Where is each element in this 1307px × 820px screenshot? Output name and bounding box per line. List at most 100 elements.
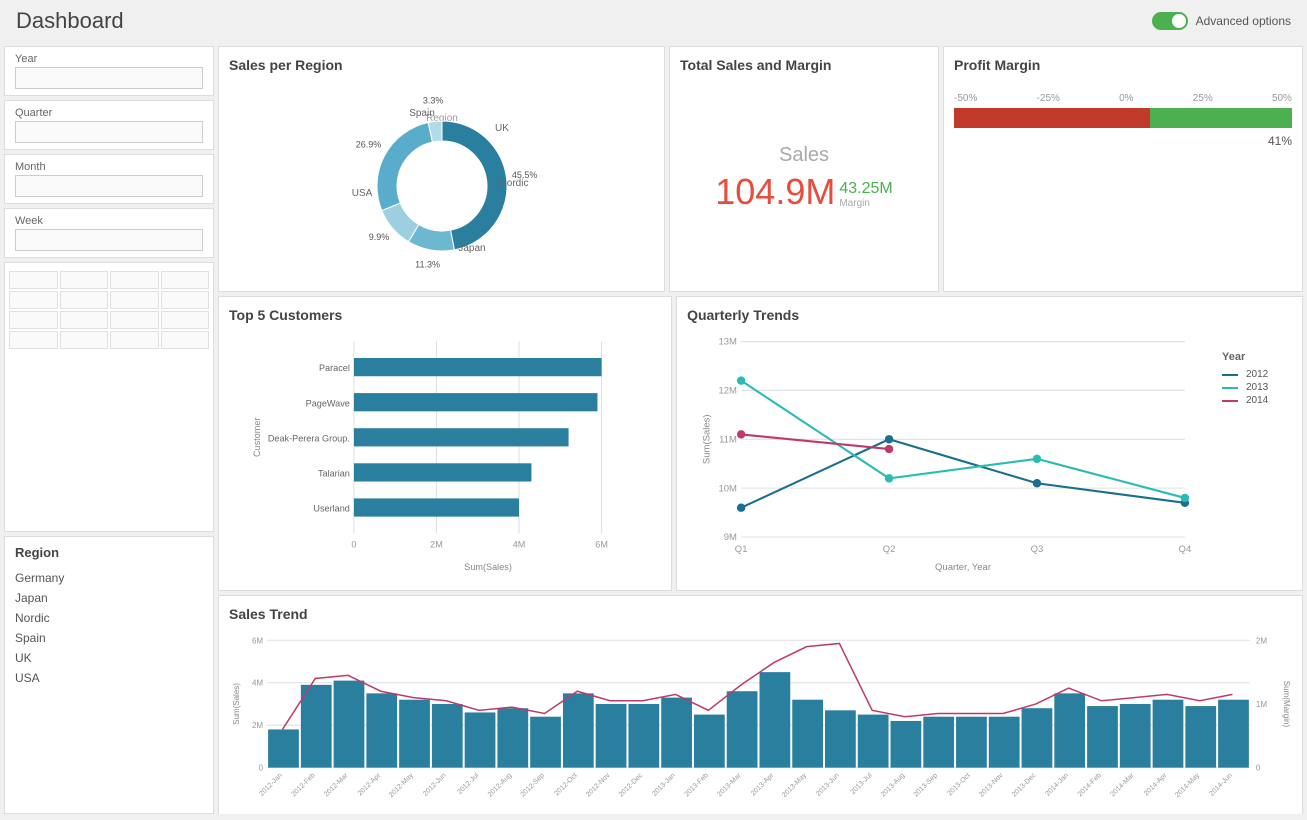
profit-axis: -50% -25% 0% 25% 50%	[954, 93, 1292, 104]
svg-text:Sum(Sales): Sum(Sales)	[464, 562, 512, 572]
filter-year-input[interactable]	[15, 67, 203, 89]
svg-text:USA: USA	[351, 188, 372, 199]
sales-per-region-title: Sales per Region	[229, 57, 654, 73]
region-list-item[interactable]: Nordic	[15, 608, 203, 628]
svg-text:10M: 10M	[719, 483, 738, 494]
advanced-options-toggle[interactable]	[1152, 12, 1188, 30]
profit-bar-track	[954, 108, 1292, 128]
svg-text:2013-Mar: 2013-Mar	[716, 772, 743, 799]
svg-text:Q3: Q3	[1031, 544, 1044, 555]
region-list-item[interactable]: Japan	[15, 588, 203, 608]
filter-year: Year	[4, 46, 214, 96]
svg-text:0: 0	[259, 764, 264, 773]
sales-big-value: 104.9M	[715, 171, 835, 213]
svg-text:Spain: Spain	[409, 108, 435, 119]
svg-text:2013-Oct: 2013-Oct	[947, 772, 972, 797]
filter-cell	[60, 291, 109, 309]
middle-row: Top 5 Customers 02M4M6MSum(Sales)Custome…	[218, 296, 1303, 591]
svg-text:2013-Dec: 2013-Dec	[1011, 772, 1038, 799]
svg-text:Japan: Japan	[458, 243, 485, 254]
filter-quarter-input[interactable]	[15, 121, 203, 143]
profit-axis-label-3: 0%	[1119, 93, 1133, 104]
region-section: Region GermanyJapanNordicSpainUKUSA	[4, 536, 214, 814]
profit-bar-green	[1150, 108, 1292, 128]
svg-text:2014-Feb: 2014-Feb	[1077, 772, 1103, 798]
app-header: Dashboard Advanced options	[0, 0, 1307, 42]
bar-chart-svg: 02M4M6MSum(Sales)CustomerParacelPageWave…	[229, 331, 661, 574]
quarterly-legend-items: 201220132014	[1222, 369, 1292, 406]
svg-text:Q1: Q1	[735, 544, 748, 555]
svg-text:2014-May: 2014-May	[1174, 772, 1201, 799]
svg-text:26.9%: 26.9%	[355, 139, 381, 149]
quarterly-legend: Year 201220132014	[1222, 331, 1292, 574]
quarterly-chart: 9M10M11M12M13MQ1Q2Q3Q4Sum(Sales)Quarter,…	[687, 331, 1218, 574]
svg-text:2012-Dec: 2012-Dec	[618, 772, 645, 799]
sales-trend-panel: Sales Trend 02M4M6M01M2MSum(Sales)Sum(Ma…	[218, 595, 1303, 814]
svg-text:2013-Apr: 2013-Apr	[750, 772, 776, 798]
filter-grid	[9, 271, 209, 349]
svg-text:2012-Nov: 2012-Nov	[585, 772, 612, 799]
legend-item: 2014	[1222, 395, 1292, 406]
svg-text:2013-Feb: 2013-Feb	[684, 772, 710, 798]
svg-text:0: 0	[1256, 764, 1261, 773]
filter-cell	[110, 331, 159, 349]
sales-trend-title: Sales Trend	[229, 606, 1292, 622]
filter-month: Month	[4, 154, 214, 204]
svg-text:Q4: Q4	[1179, 544, 1192, 555]
filter-cell	[161, 271, 210, 289]
margin-num: 43.25M	[839, 180, 892, 198]
filter-cell	[110, 311, 159, 329]
filter-cell	[110, 291, 159, 309]
filter-cell	[60, 271, 109, 289]
sales-label: Sales	[779, 144, 829, 167]
profit-axis-label-2: -25%	[1037, 93, 1060, 104]
donut-svg: Region 45.5%11.3%9.9%26.9%3.3%SpainUKNor…	[342, 81, 542, 281]
svg-text:11.3%: 11.3%	[415, 260, 440, 270]
quarterly-svg: 9M10M11M12M13MQ1Q2Q3Q4Sum(Sales)Quarter,…	[687, 331, 1218, 574]
filter-year-label: Year	[15, 53, 203, 65]
svg-text:2012-Oct: 2012-Oct	[553, 772, 578, 797]
filter-month-input[interactable]	[15, 175, 203, 197]
filter-week-input[interactable]	[15, 229, 203, 251]
profit-bar-container: -50% -25% 0% 25% 50% 41%	[954, 93, 1292, 148]
filter-cell	[9, 291, 58, 309]
svg-text:UK: UK	[495, 123, 509, 134]
region-list-item[interactable]: Spain	[15, 628, 203, 648]
svg-text:2014-Apr: 2014-Apr	[1143, 772, 1169, 798]
region-list-item[interactable]: Germany	[15, 568, 203, 588]
filter-month-label: Month	[15, 161, 203, 173]
svg-text:2012-Jun: 2012-Jun	[422, 772, 448, 798]
filter-cell	[60, 311, 109, 329]
svg-text:2012-Aug: 2012-Aug	[487, 772, 513, 798]
quarterly-trends-panel: Quarterly Trends 9M10M11M12M13MQ1Q2Q3Q4S…	[676, 296, 1303, 591]
filter-quarter-label: Quarter	[15, 107, 203, 119]
svg-text:2014-Mar: 2014-Mar	[1109, 772, 1136, 799]
profit-margin-title: Profit Margin	[954, 57, 1292, 73]
region-list-item[interactable]: USA	[15, 668, 203, 688]
svg-text:2013-Jul: 2013-Jul	[850, 772, 874, 796]
sales-margin: 43.25M Margin	[839, 180, 892, 213]
region-title: Region	[15, 545, 203, 560]
svg-text:0: 0	[351, 540, 356, 550]
svg-text:6M: 6M	[252, 636, 263, 645]
profit-axis-label-5: 50%	[1272, 93, 1292, 104]
sales-number: 104.9M 43.25M Margin	[715, 171, 892, 213]
profit-margin-panel: Profit Margin -50% -25% 0% 25% 50% 41%	[943, 46, 1303, 292]
svg-text:3.3%: 3.3%	[422, 95, 443, 105]
total-sales-title: Total Sales and Margin	[680, 57, 928, 73]
svg-text:Sum(Sales): Sum(Sales)	[232, 683, 241, 725]
region-list: GermanyJapanNordicSpainUKUSA	[15, 568, 203, 688]
region-list-item[interactable]: UK	[15, 648, 203, 668]
sales-per-region-panel: Sales per Region Region 45.5%11.3%9.9%26…	[218, 46, 665, 292]
svg-text:Customer: Customer	[252, 418, 262, 457]
svg-text:11M: 11M	[719, 434, 737, 445]
svg-text:2013-Jan: 2013-Jan	[651, 772, 677, 798]
svg-text:Nordic: Nordic	[499, 178, 528, 189]
filter-week-label: Week	[15, 215, 203, 227]
total-sales-content: Sales 104.9M 43.25M Margin	[680, 81, 928, 275]
profit-value: 41%	[954, 134, 1292, 148]
legend-item: 2013	[1222, 382, 1292, 393]
svg-text:2013-Sep: 2013-Sep	[913, 772, 939, 798]
filter-cell	[60, 331, 109, 349]
svg-text:2012-May: 2012-May	[388, 772, 415, 799]
